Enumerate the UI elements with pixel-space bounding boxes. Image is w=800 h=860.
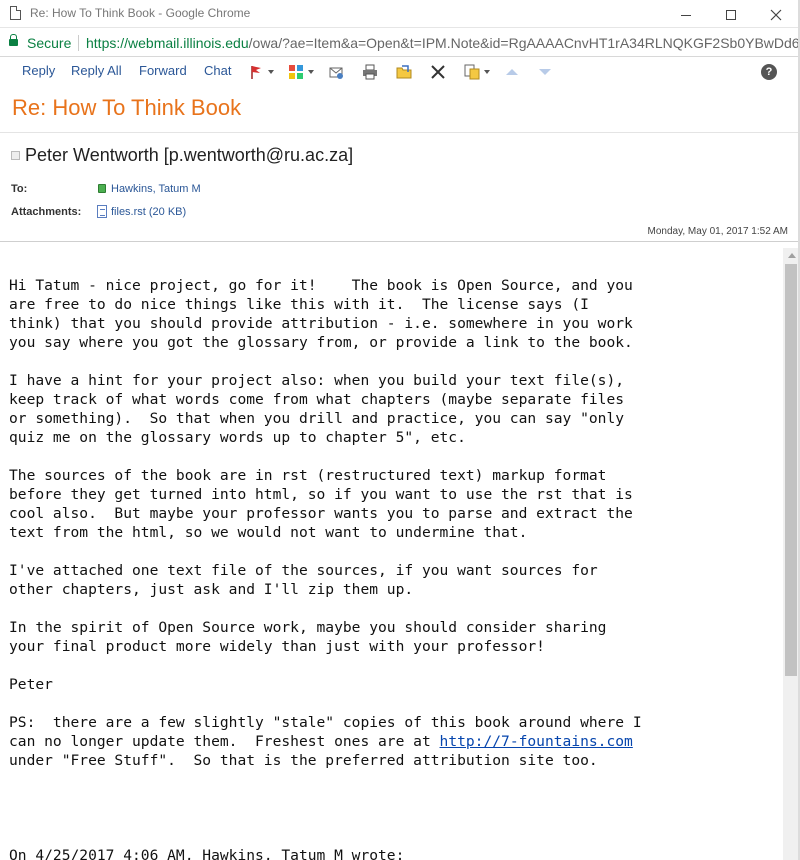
to-label: To:: [11, 183, 28, 195]
window-title: Re: How To Think Book - Google Chrome: [30, 6, 251, 20]
help-icon[interactable]: ?: [761, 64, 777, 80]
header-divider: [0, 132, 800, 133]
window-title-bar: Re: How To Think Book - Google Chrome: [0, 0, 800, 28]
message-subject: Re: How To Think Book: [12, 95, 242, 120]
message-body-frame[interactable]: Hi Tatum - nice project, go for it! The …: [0, 241, 800, 860]
reply-button[interactable]: Reply: [22, 63, 55, 78]
scroll-up-icon[interactable]: [788, 253, 796, 258]
attachment-link[interactable]: files.rst (20 KB): [111, 206, 186, 218]
flag-icon[interactable]: [249, 64, 265, 80]
next-icon[interactable]: [537, 64, 553, 80]
minimize-button[interactable]: [663, 0, 709, 28]
message-toolbar: Reply Reply All Forward Chat ?: [0, 58, 800, 86]
lock-icon: [9, 34, 18, 46]
reply-all-button[interactable]: Reply All: [71, 63, 122, 78]
folder-icon[interactable]: [396, 64, 412, 80]
address-bar[interactable]: Secure https://webmail.illinois.edu/owa/…: [0, 29, 800, 57]
url-host: https://webmail.illinois.edu: [86, 35, 249, 51]
close-window-button[interactable]: [753, 0, 799, 28]
recipient-link[interactable]: Hawkins, Tatum M: [111, 183, 201, 195]
previous-icon[interactable]: [504, 64, 520, 80]
scrollbar-thumb[interactable]: [785, 264, 797, 676]
sender-status-icon: [11, 151, 20, 160]
print-icon[interactable]: [362, 64, 378, 80]
attachments-label: Attachments:: [11, 206, 82, 218]
sender-name: Peter Wentworth [p.wentworth@ru.ac.za]: [25, 145, 354, 165]
maximize-button[interactable]: [708, 0, 754, 28]
move-icon[interactable]: [328, 64, 344, 80]
url-field[interactable]: https://webmail.illinois.edu/owa/?ae=Ite…: [86, 35, 798, 51]
categories-icon[interactable]: [288, 64, 304, 80]
presence-icon: [98, 184, 106, 193]
body-text-part-1: Hi Tatum - nice project, go for it! The …: [9, 277, 642, 750]
body-text-part-2: under "Free Stuff". So that is the prefe…: [9, 752, 598, 860]
chat-button[interactable]: Chat: [204, 63, 231, 78]
address-separator: [78, 35, 79, 51]
url-path: /owa/?ae=Item&a=Open&t=IPM.Note&id=RgAAA…: [248, 35, 798, 51]
maximize-icon: [726, 10, 736, 21]
attachment-file-icon: [97, 205, 107, 218]
close-icon: [770, 9, 782, 21]
delete-icon[interactable]: [430, 64, 446, 80]
minimize-icon: [681, 14, 691, 16]
categories-dropdown-icon[interactable]: [308, 70, 314, 74]
page-icon: [10, 6, 21, 20]
forward-button[interactable]: Forward: [139, 63, 187, 78]
message-body: Hi Tatum - nice project, go for it! The …: [9, 276, 779, 860]
secure-label: Secure: [27, 35, 72, 51]
seven-fountains-link[interactable]: http://7-fountains.com: [440, 733, 633, 750]
copy-icon[interactable]: [464, 64, 480, 80]
sent-date: Monday, May 01, 2017 1:52 AM: [647, 226, 788, 237]
flag-dropdown-icon[interactable]: [268, 70, 274, 74]
copy-dropdown-icon[interactable]: [484, 70, 490, 74]
